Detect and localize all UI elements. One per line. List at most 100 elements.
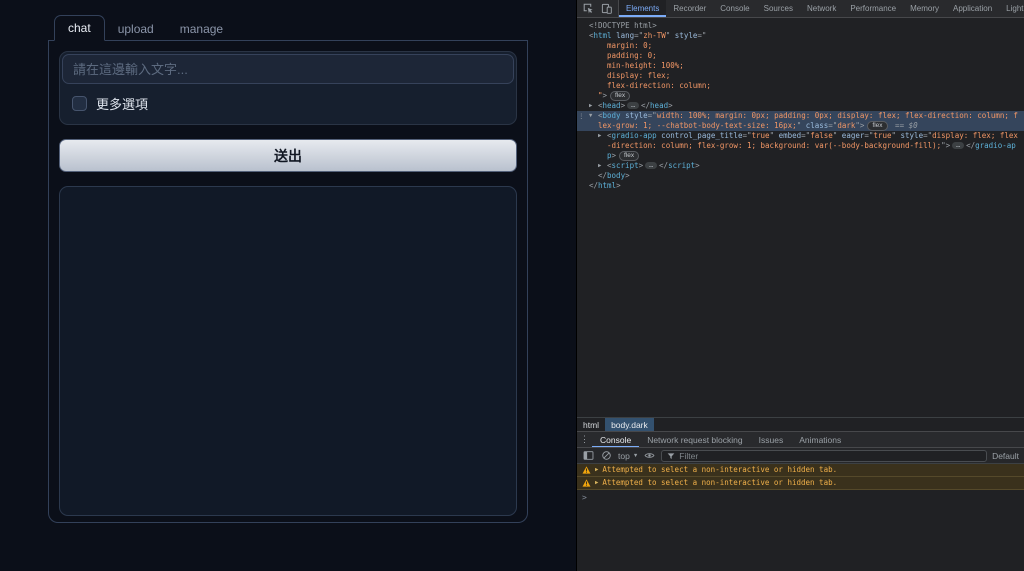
expand-message-arrow-icon[interactable]: ▶ — [595, 465, 598, 475]
code-token: true — [751, 131, 770, 140]
breadcrumb-html[interactable]: html — [577, 418, 605, 432]
code-token: true — [873, 131, 892, 140]
expand-arrow-icon[interactable]: ▶ — [589, 101, 592, 111]
console-sidebar-icon[interactable] — [582, 449, 595, 462]
devtools-tab-memory[interactable]: Memory — [903, 0, 946, 17]
code-token: lang — [611, 31, 635, 40]
more-options-checkbox[interactable] — [72, 96, 87, 111]
dom-tree-row[interactable]: </html> — [577, 181, 1024, 191]
drawer-tab-network-request-blocking[interactable]: Network request blocking — [639, 432, 750, 447]
devtools-toolbar: Elements Recorder Console Sources Network Per… — [577, 0, 1024, 18]
flex-badge[interactable]: flex — [610, 91, 631, 101]
code-token: zh-TW — [643, 31, 666, 40]
filter-funnel-icon — [667, 452, 675, 460]
submit-button[interactable]: 送出 — [59, 139, 517, 172]
code-token: </ — [598, 171, 608, 180]
expand-children-button[interactable]: … — [645, 162, 658, 169]
console-filter-box — [661, 449, 988, 462]
devtools-toolbar-icons — [577, 0, 619, 17]
app-tab-upload[interactable]: upload — [105, 17, 167, 41]
devtools-tab-bar: Elements Recorder Console Sources Network Per… — [619, 0, 1024, 17]
devtools-tab-network[interactable]: Network — [800, 0, 843, 17]
drawer-tab-console[interactable]: Console — [592, 432, 639, 447]
drawer-tabs: Console Network request blocking Issues Ani… — [592, 432, 849, 447]
devtools-tab-sources[interactable]: Sources — [757, 0, 800, 17]
devtools-tab-application[interactable]: Application — [946, 0, 999, 17]
dom-tree-row[interactable]: ▶ <script>… </script> — [577, 161, 1024, 171]
breadcrumb-body-dark[interactable]: body.dark — [605, 417, 654, 432]
code-token: > — [616, 181, 621, 190]
code-token: style — [620, 111, 648, 120]
devtools-tab-elements[interactable]: Elements — [619, 0, 667, 17]
code-token: > — [602, 91, 608, 100]
frame-context-selector[interactable]: top ▼ — [618, 451, 638, 461]
dom-tree-row[interactable]: padding: 0; — [577, 51, 1024, 61]
dom-tree-row[interactable]: <!DOCTYPE html> — [577, 21, 1024, 31]
code-token: display: flex; — [607, 71, 671, 80]
dom-tree-row[interactable]: <html lang="zh-TW" style=" — [577, 31, 1024, 41]
flex-badge[interactable]: flex — [619, 151, 640, 161]
expand-arrow-icon[interactable]: ▶ — [598, 131, 601, 141]
code-token: =" — [634, 31, 644, 40]
expand-message-arrow-icon[interactable]: ▶ — [595, 478, 598, 488]
app-tab-bar: chat upload manage — [48, 14, 528, 41]
code-token: > — [668, 101, 673, 110]
console-message[interactable]: ▶ Attempted to select a non-interactive o… — [577, 464, 1024, 477]
console-message-text: Attempted to select a non-interactive or… — [602, 465, 838, 474]
elements-dom-tree: <!DOCTYPE html> <html lang="zh-TW" style=… — [577, 18, 1024, 417]
drawer-tab-animations[interactable]: Animations — [791, 432, 849, 447]
node-options-icon[interactable]: ⋮ — [578, 111, 585, 121]
drawer-menu-icon[interactable]: ⋮ — [577, 434, 592, 445]
inspect-element-icon[interactable] — [581, 1, 596, 16]
chat-tab-panel: 更多選項 送出 — [48, 41, 528, 523]
expand-arrow-icon[interactable]: ▶ — [598, 161, 601, 171]
more-options-label: 更多選項 — [96, 97, 149, 112]
devtools-tab-lighthouse[interactable]: Lighthouse — [999, 0, 1024, 17]
code-token: script — [611, 161, 639, 170]
log-levels-dropdown[interactable]: Default — [992, 451, 1019, 461]
live-expression-eye-icon[interactable] — [643, 449, 656, 462]
code-token: style — [896, 131, 924, 140]
code-token: head — [602, 101, 621, 110]
code-token: > — [695, 161, 700, 170]
code-token: head — [650, 101, 669, 110]
code-token: dark — [837, 121, 856, 130]
devtools-tab-console[interactable]: Console — [713, 0, 756, 17]
code-token: =" — [923, 131, 933, 140]
code-token: =" — [647, 111, 657, 120]
dom-tree-row[interactable]: ⋮ ▼ <body style="width: 100%; margin: 0px;… — [577, 111, 1024, 131]
dom-tree-row[interactable]: min-height: 100%; — [577, 61, 1024, 71]
code-token: min-height: 100%; — [607, 61, 684, 70]
console-message-text: Attempted to select a non-interactive or… — [602, 478, 838, 487]
dom-tree-row[interactable]: flex-direction: column; — [577, 81, 1024, 91]
code-token: > — [620, 101, 626, 110]
console-filter-input[interactable] — [679, 450, 982, 461]
more-options-row[interactable]: 更多選項 — [62, 84, 514, 122]
code-token: gradio-app — [611, 131, 657, 140]
expand-children-button[interactable]: … — [627, 102, 640, 109]
dom-tree-row[interactable]: ▶ <head>… </head> — [577, 101, 1024, 111]
devtools-tab-recorder[interactable]: Recorder — [666, 0, 713, 17]
dom-tree-row[interactable]: ▶ <gradio-app control_page_title="true" e… — [577, 131, 1024, 161]
code-token: margin: 0; — [607, 41, 653, 50]
collapse-arrow-icon[interactable]: ▼ — [589, 111, 592, 121]
code-token: false — [810, 131, 833, 140]
expand-children-button[interactable]: … — [952, 142, 965, 149]
dom-tree-row[interactable]: display: flex; — [577, 71, 1024, 81]
devtools-panel: Elements Recorder Console Sources Network Per… — [576, 0, 1024, 571]
console-message[interactable]: ▶ Attempted to select a non-interactive o… — [577, 477, 1024, 490]
chat-text-input[interactable] — [62, 54, 514, 84]
dom-tree-row[interactable]: </body> — [577, 171, 1024, 181]
drawer-tab-issues[interactable]: Issues — [751, 432, 792, 447]
flex-badge[interactable]: flex — [867, 121, 888, 131]
dom-tree-row[interactable]: margin: 0; — [577, 41, 1024, 51]
device-toolbar-icon[interactable] — [599, 1, 614, 16]
app-tab-manage[interactable]: manage — [167, 17, 236, 41]
warning-icon — [582, 466, 591, 474]
clear-console-icon[interactable] — [600, 449, 613, 462]
app-tab-chat[interactable]: chat — [54, 15, 105, 41]
devtools-tab-performance[interactable]: Performance — [843, 0, 903, 17]
console-prompt[interactable]: > — [577, 490, 1024, 505]
dom-tree-row[interactable]: "> flex — [577, 91, 1024, 101]
code-token: =" — [828, 121, 838, 130]
